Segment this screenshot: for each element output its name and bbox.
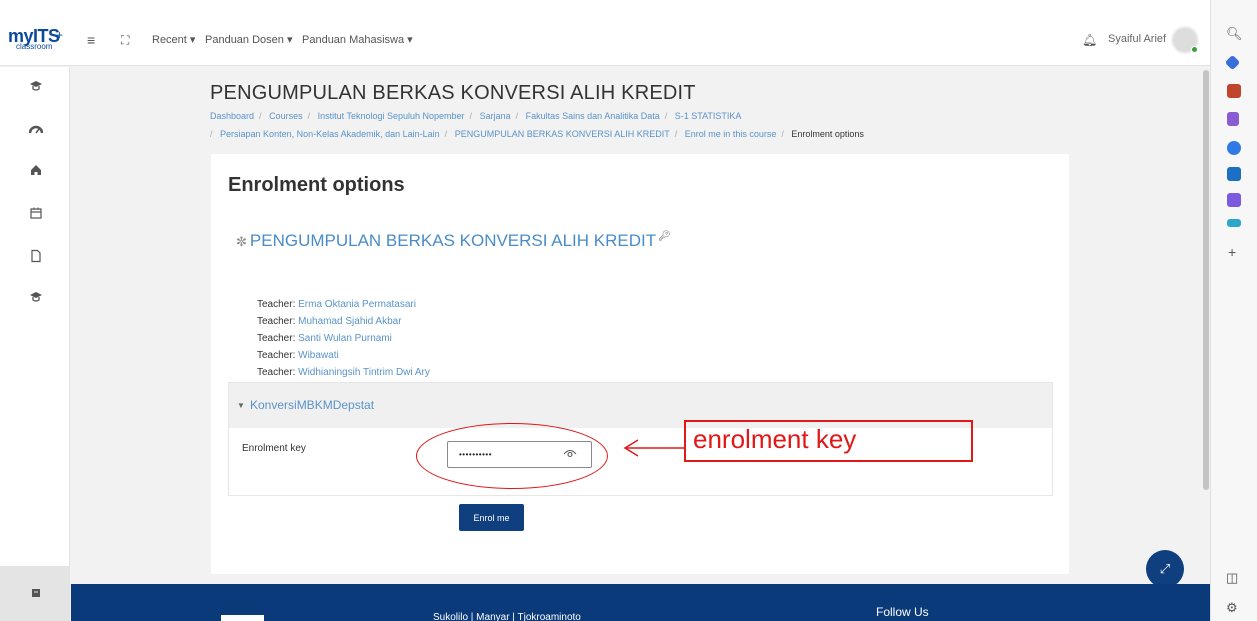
logo-plus: + (56, 28, 64, 42)
expand-fab-icon[interactable]: ⤢ (1146, 550, 1184, 588)
tag-icon[interactable] (1224, 54, 1241, 71)
hamburger-menu-icon[interactable]: ≡ (87, 32, 95, 48)
browser-sidebar: 🔍︎ + ◫ ⚙ (1210, 0, 1257, 621)
graduation-cap-icon[interactable] (29, 79, 43, 93)
breadcrumb: Dashboard / Courses / Institut Teknologi S… (210, 111, 864, 139)
course-cog-icon: ✼ (236, 234, 247, 249)
enrol-me-button[interactable]: Enrol me (459, 504, 524, 531)
outlook-icon[interactable] (1227, 167, 1241, 181)
user-avatar[interactable] (1171, 26, 1199, 54)
teacher-link[interactable]: Wibawati (298, 350, 339, 361)
key-icon: 🔑︎ (658, 231, 671, 243)
menu-panduan-dosen[interactable]: Panduan Dosen ▾ (205, 33, 292, 46)
teacher-row: Teacher: Widhianingsih Tintrim Dwi Ary (257, 367, 430, 378)
breadcrumb-sarjana[interactable]: Sarjana (480, 111, 511, 121)
collapse-triangle-icon[interactable]: ▼ (237, 401, 245, 410)
teacher-list: Teacher: Erma Oktania Permatasari Teache… (257, 296, 430, 381)
drawer-footer (0, 566, 70, 621)
teacher-row: Teacher: Santi Wulan Purnami (257, 333, 392, 344)
archive-icon[interactable] (29, 586, 43, 600)
top-navbar: myITS + classroom ≡ ⛶ Recent ▾ Panduan D… (0, 0, 1210, 66)
copilot-icon[interactable] (1227, 141, 1241, 155)
dashboard-icon[interactable] (28, 123, 44, 137)
method-name[interactable]: KonversiMBKMDepstat (250, 398, 374, 412)
teacher-link[interactable]: Erma Oktania Permatasari (298, 299, 416, 310)
breadcrumb-enrol[interactable]: Enrol me in this course (685, 129, 777, 139)
teacher-link[interactable]: Widhianingsih Tintrim Dwi Ary (298, 367, 430, 378)
left-drawer (0, 67, 70, 621)
menu-recent[interactable]: Recent ▾ (152, 33, 195, 46)
home-icon[interactable] (29, 163, 43, 177)
breadcrumb-courses[interactable]: Courses (269, 111, 303, 121)
sidebar-toggle-icon[interactable]: ◫ (1226, 570, 1238, 586)
teacher-row: Teacher: Erma Oktania Permatasari (257, 299, 416, 310)
notification-bell-icon[interactable]: 🔔︎ (1082, 33, 1097, 47)
breadcrumb-department[interactable]: S-1 STATISTIKA (675, 111, 742, 121)
menu-panduan-mahasiswa[interactable]: Panduan Mahasiswa ▾ (302, 33, 413, 46)
course-name-link[interactable]: ✼ PENGUMPULAN BERKAS KONVERSI ALIH KREDIT… (236, 231, 671, 251)
chess-icon[interactable] (1227, 112, 1239, 126)
card-title: Enrolment options (228, 174, 405, 196)
online-status-dot (1191, 46, 1198, 53)
teacher-row: Teacher: Wibawati (257, 350, 339, 361)
calendar-icon[interactable] (29, 206, 43, 220)
footer-logo (221, 615, 264, 621)
designer-icon[interactable] (1227, 193, 1241, 207)
breadcrumb-current: Enrolment options (791, 129, 864, 139)
breadcrumb-course[interactable]: PENGUMPULAN BERKAS KONVERSI ALIH KREDIT (455, 129, 670, 139)
breadcrumb-category[interactable]: Persiapan Konten, Non-Kelas Akademik, da… (220, 129, 440, 139)
enrolment-key-label: Enrolment key (242, 443, 306, 454)
annotation-ellipse (416, 423, 608, 489)
breadcrumb-faculty[interactable]: Fakultas Sains dan Analitika Data (526, 111, 660, 121)
breadcrumb-its[interactable]: Institut Teknologi Sepuluh Nopember (318, 111, 465, 121)
send-icon[interactable] (1227, 219, 1241, 227)
search-icon[interactable]: 🔍︎ (1226, 26, 1243, 42)
graduation-cap-icon[interactable] (29, 290, 43, 304)
teacher-row: Teacher: Muhamad Sjahid Akbar (257, 316, 402, 327)
course-name-text: PENGUMPULAN BERKAS KONVERSI ALIH KREDIT (249, 231, 657, 250)
myits-logo[interactable]: myITS + classroom (8, 26, 66, 52)
scrollbar-thumb[interactable] (1203, 70, 1209, 490)
teacher-link[interactable]: Santi Wulan Purnami (298, 333, 392, 344)
toolbox-icon[interactable] (1227, 84, 1241, 98)
settings-gear-icon[interactable]: ⚙ (1226, 600, 1238, 616)
add-icon[interactable]: + (1228, 244, 1236, 260)
footer-address: Sukolilo | Manyar | Tjokroaminoto (433, 612, 581, 621)
annotation-arrow (623, 439, 684, 457)
site-footer: Sukolilo | Manyar | Tjokroaminoto Follow… (71, 584, 1210, 621)
fullscreen-icon[interactable]: ⛶ (121, 32, 129, 48)
teacher-link[interactable]: Muhamad Sjahid Akbar (298, 316, 401, 327)
logo-subtext: classroom (16, 42, 53, 51)
breadcrumb-dashboard[interactable]: Dashboard (210, 111, 254, 121)
file-icon[interactable] (29, 249, 43, 263)
annotation-label: enrolment key (693, 424, 857, 454)
footer-follow-us: Follow Us (876, 605, 929, 619)
enrolment-card: Enrolment options ✼ PENGUMPULAN BERKAS KO… (211, 154, 1069, 574)
page-title: PENGUMPULAN BERKAS KONVERSI ALIH KREDIT (210, 82, 696, 104)
user-name[interactable]: Syaiful Arief (1108, 33, 1166, 45)
